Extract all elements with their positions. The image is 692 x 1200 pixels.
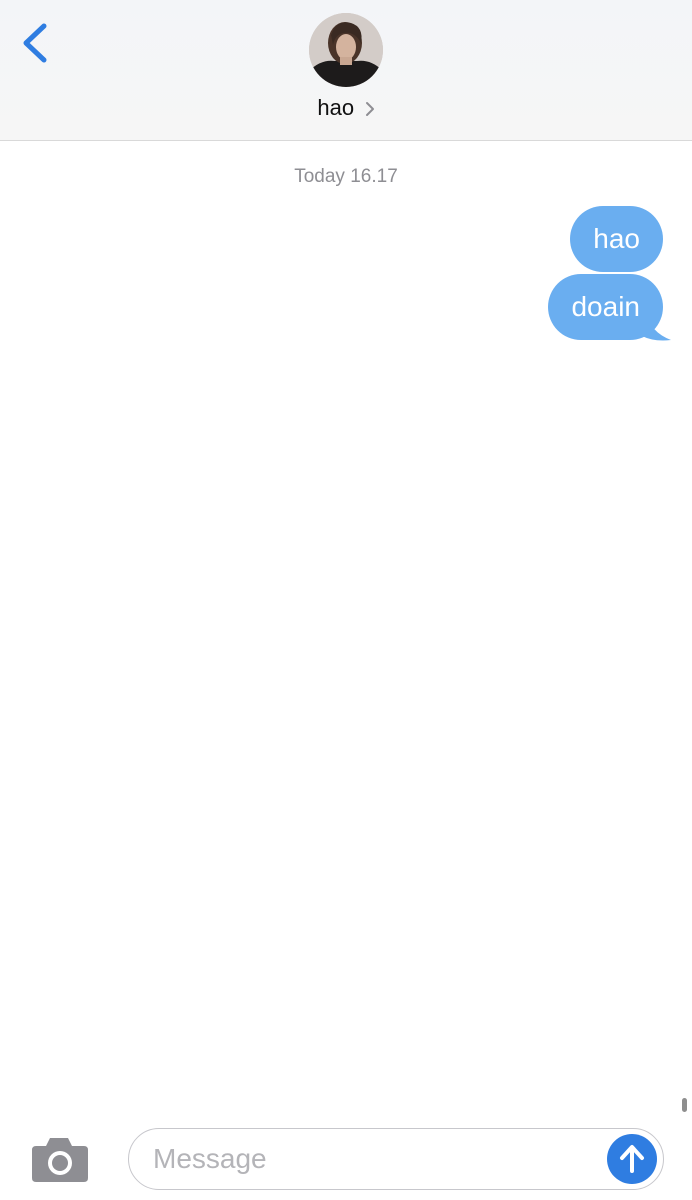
conversation-header: hao: [0, 0, 692, 141]
scroll-indicator[interactable]: [682, 1098, 687, 1112]
avatar-photo: [309, 13, 383, 87]
chevron-right-icon: [365, 101, 374, 116]
chevron-left-icon: [23, 23, 47, 63]
sent-message-bubble[interactable]: hao: [570, 206, 663, 272]
arrow-up-icon: [620, 1145, 644, 1173]
message-input[interactable]: [153, 1129, 583, 1188]
back-button[interactable]: [14, 20, 58, 68]
message-field[interactable]: [128, 1128, 664, 1190]
camera-icon: [32, 1138, 88, 1182]
camera-button[interactable]: [30, 1134, 90, 1184]
contact-name-button[interactable]: hao: [246, 92, 446, 124]
send-button[interactable]: [607, 1134, 657, 1184]
message-timestamp: Today 16.17: [294, 166, 398, 187]
bubble-tail: [640, 312, 671, 341]
contact-name: hao: [317, 95, 355, 120]
contact-avatar[interactable]: [309, 13, 383, 87]
